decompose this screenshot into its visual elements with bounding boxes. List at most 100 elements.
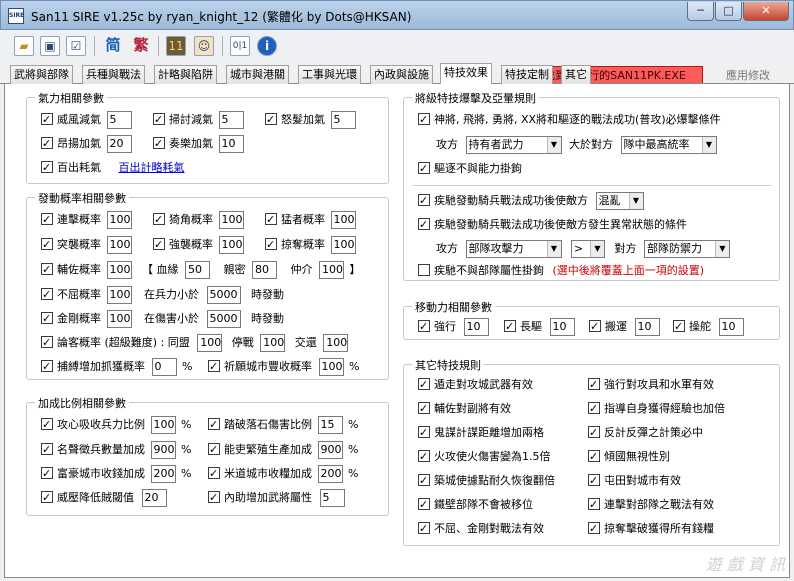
checkbox[interactable]: [673, 318, 685, 336]
number-input[interactable]: 100: [318, 358, 344, 376]
hundred-scheme-link[interactable]: 百出計略耗氣: [119, 161, 185, 174]
number-input[interactable]: 10: [634, 318, 660, 336]
checkbox[interactable]: [588, 472, 600, 490]
number-input[interactable]: 100: [106, 211, 132, 229]
checkbox[interactable]: [208, 358, 220, 376]
checklist-icon[interactable]: ☑: [66, 36, 86, 56]
number-input[interactable]: 100: [106, 261, 132, 279]
checkbox[interactable]: [418, 318, 430, 336]
tab-officers-units[interactable]: 武將與部隊: [10, 65, 73, 84]
number-input[interactable]: 900: [150, 441, 176, 459]
checkbox[interactable]: [418, 376, 430, 394]
checkbox[interactable]: [153, 135, 165, 153]
checkbox[interactable]: [418, 400, 430, 418]
checkbox[interactable]: [418, 160, 430, 178]
tab-schemes-traps[interactable]: 計略與陷阱: [154, 65, 217, 84]
checkbox[interactable]: [208, 416, 220, 434]
checkbox[interactable]: [588, 520, 600, 538]
checkbox[interactable]: [588, 400, 600, 418]
minimize-button[interactable]: ─: [687, 2, 714, 21]
checkbox[interactable]: [153, 111, 165, 129]
number-input[interactable]: 5: [319, 489, 345, 507]
number-input[interactable]: 10: [549, 318, 575, 336]
number-input[interactable]: 10: [218, 135, 244, 153]
number-input[interactable]: 5: [106, 111, 132, 129]
checkbox[interactable]: [418, 424, 430, 442]
threshold-input[interactable]: 5000: [206, 310, 241, 328]
maximize-button[interactable]: □: [715, 2, 742, 21]
checkbox[interactable]: [418, 448, 430, 466]
checkbox[interactable]: [265, 236, 277, 254]
info-icon[interactable]: i: [257, 36, 277, 56]
attack-select[interactable]: 持有者武力 ▼: [465, 136, 562, 154]
checkbox[interactable]: [41, 358, 53, 376]
checkbox[interactable]: [41, 236, 53, 254]
number-input[interactable]: 200: [317, 465, 343, 483]
checkbox[interactable]: [41, 111, 53, 129]
number-input[interactable]: 20: [106, 135, 132, 153]
ceasefire-input[interactable]: 100: [260, 334, 286, 352]
checkbox[interactable]: [588, 376, 600, 394]
checkbox[interactable]: [589, 318, 601, 336]
number-input[interactable]: 100: [106, 310, 132, 328]
checkbox[interactable]: [418, 192, 430, 210]
attack2-select[interactable]: 部隊攻擊力 ▼: [465, 240, 562, 258]
checkbox[interactable]: [418, 216, 430, 234]
number-input[interactable]: 200: [150, 465, 176, 483]
number-input[interactable]: 5: [330, 111, 356, 129]
checkbox[interactable]: [208, 465, 220, 483]
checkbox[interactable]: [418, 496, 430, 514]
close-button[interactable]: ✕: [743, 2, 789, 21]
game-icon[interactable]: 11: [166, 36, 186, 56]
status-select[interactable]: 混亂 ▼: [595, 192, 644, 210]
calculator-icon[interactable]: 0|1: [230, 36, 250, 56]
target-select[interactable]: 隊中最高統率 ▼: [620, 136, 717, 154]
checkbox[interactable]: [41, 334, 53, 352]
number-input[interactable]: 100: [218, 236, 244, 254]
simplified-icon[interactable]: 简: [103, 36, 123, 56]
checkbox[interactable]: [41, 310, 53, 328]
checkbox[interactable]: [418, 111, 430, 129]
checkbox[interactable]: [418, 264, 430, 276]
checkbox[interactable]: [153, 236, 165, 254]
checkbox[interactable]: [588, 424, 600, 442]
checkbox[interactable]: [41, 465, 53, 483]
checkbox[interactable]: [41, 159, 53, 177]
number-input[interactable]: 5: [218, 111, 244, 129]
number-input[interactable]: 100: [150, 416, 176, 434]
checkbox[interactable]: [208, 489, 220, 507]
tab-works-auras[interactable]: 工事與光環: [298, 65, 361, 84]
checkbox[interactable]: [153, 211, 165, 229]
operator-select[interactable]: > ▼: [571, 240, 605, 258]
number-input[interactable]: 10: [463, 318, 489, 336]
traditional-icon[interactable]: 繁: [131, 36, 151, 56]
checkbox[interactable]: [41, 441, 53, 459]
checkbox[interactable]: [504, 318, 516, 336]
number-input[interactable]: 100: [330, 236, 356, 254]
tab-cities-ports[interactable]: 城市與港關: [226, 65, 289, 84]
checkbox[interactable]: [41, 489, 53, 507]
alliance-input[interactable]: 100: [197, 334, 223, 352]
number-input[interactable]: 100: [330, 211, 356, 229]
close-input[interactable]: 80: [252, 261, 277, 279]
checkbox[interactable]: [588, 496, 600, 514]
checkbox[interactable]: [41, 286, 53, 304]
number-input[interactable]: 20: [141, 489, 167, 507]
checkbox[interactable]: [418, 472, 430, 490]
tab-skill-effects[interactable]: 特技效果: [440, 63, 492, 85]
mid-input[interactable]: 100: [319, 261, 344, 279]
checkbox[interactable]: [41, 261, 53, 279]
tab-skill-custom[interactable]: 特技定制: [501, 65, 553, 84]
blood-input[interactable]: 50: [185, 261, 210, 279]
number-input[interactable]: 900: [317, 441, 343, 459]
character-icon[interactable]: ☺: [194, 36, 214, 56]
number-input[interactable]: 15: [317, 416, 343, 434]
checkbox[interactable]: [265, 211, 277, 229]
open-folder-icon[interactable]: ▰: [14, 36, 34, 56]
number-input[interactable]: 0: [151, 358, 177, 376]
checkbox[interactable]: [265, 111, 277, 129]
checkbox[interactable]: [41, 135, 53, 153]
checkbox[interactable]: [41, 416, 53, 434]
exchange-input[interactable]: 100: [323, 334, 349, 352]
number-input[interactable]: 100: [106, 236, 132, 254]
